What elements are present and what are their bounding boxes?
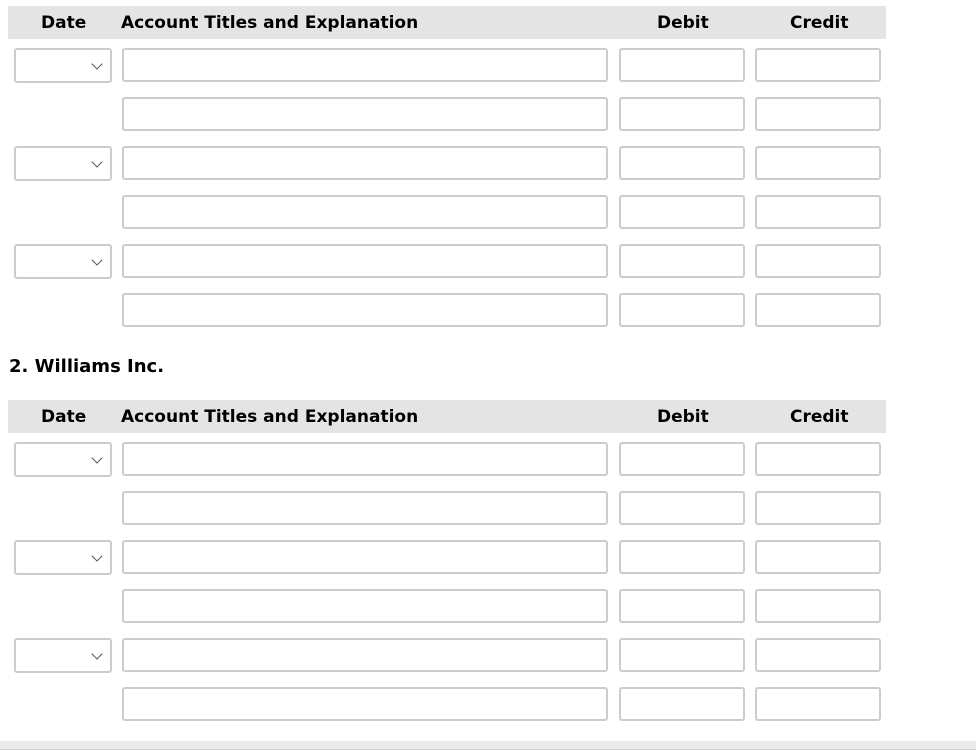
journal-table-1: Date Account Titles and Explanation Debit C… bbox=[8, 6, 886, 333]
header-date: Date bbox=[41, 12, 87, 33]
debit-input[interactable] bbox=[619, 244, 745, 278]
table-row bbox=[8, 137, 886, 186]
date-select[interactable] bbox=[14, 638, 112, 673]
table-row bbox=[8, 531, 886, 580]
header-credit: Credit bbox=[790, 406, 849, 427]
debit-input[interactable] bbox=[619, 638, 745, 672]
table-row bbox=[8, 39, 886, 88]
account-input[interactable] bbox=[122, 293, 608, 327]
header-debit: Debit bbox=[657, 12, 709, 33]
table-row bbox=[8, 482, 886, 531]
credit-input[interactable] bbox=[755, 146, 881, 180]
table-row bbox=[8, 88, 886, 137]
chevron-down-icon bbox=[91, 452, 103, 464]
account-input[interactable] bbox=[122, 48, 608, 82]
date-select[interactable] bbox=[14, 146, 112, 181]
table-row bbox=[8, 235, 886, 284]
credit-input[interactable] bbox=[755, 195, 881, 229]
journal-table-2: Date Account Titles and Explanation Debit C… bbox=[8, 400, 886, 727]
table-header: Date Account Titles and Explanation Debit C… bbox=[8, 6, 886, 39]
table-row bbox=[8, 580, 886, 629]
date-select[interactable] bbox=[14, 442, 112, 477]
account-input[interactable] bbox=[122, 589, 608, 623]
debit-input[interactable] bbox=[619, 48, 745, 82]
account-input[interactable] bbox=[122, 244, 608, 278]
account-input[interactable] bbox=[122, 540, 608, 574]
table-row bbox=[8, 629, 886, 678]
debit-input[interactable] bbox=[619, 97, 745, 131]
debit-input[interactable] bbox=[619, 491, 745, 525]
chevron-down-icon bbox=[91, 254, 103, 266]
table-row bbox=[8, 186, 886, 235]
credit-input[interactable] bbox=[755, 97, 881, 131]
debit-input[interactable] bbox=[619, 687, 745, 721]
account-input[interactable] bbox=[122, 97, 608, 131]
date-select[interactable] bbox=[14, 540, 112, 575]
account-input[interactable] bbox=[122, 195, 608, 229]
credit-input[interactable] bbox=[755, 491, 881, 525]
credit-input[interactable] bbox=[755, 540, 881, 574]
table-row bbox=[8, 433, 886, 482]
debit-input[interactable] bbox=[619, 442, 745, 476]
credit-input[interactable] bbox=[755, 442, 881, 476]
section-title-williams: 2. Williams Inc. bbox=[9, 356, 165, 377]
header-account-titles: Account Titles and Explanation bbox=[121, 406, 419, 427]
debit-input[interactable] bbox=[619, 540, 745, 574]
header-date: Date bbox=[41, 406, 87, 427]
table-row bbox=[8, 678, 886, 727]
credit-input[interactable] bbox=[755, 589, 881, 623]
account-input[interactable] bbox=[122, 687, 608, 721]
header-account-titles: Account Titles and Explanation bbox=[121, 12, 419, 33]
table-header: Date Account Titles and Explanation Debit C… bbox=[8, 400, 886, 433]
debit-input[interactable] bbox=[619, 293, 745, 327]
credit-input[interactable] bbox=[755, 293, 881, 327]
date-select[interactable] bbox=[14, 48, 112, 83]
account-input[interactable] bbox=[122, 638, 608, 672]
date-select[interactable] bbox=[14, 244, 112, 279]
debit-input[interactable] bbox=[619, 195, 745, 229]
credit-input[interactable] bbox=[755, 244, 881, 278]
debit-input[interactable] bbox=[619, 146, 745, 180]
header-credit: Credit bbox=[790, 12, 849, 33]
chevron-down-icon bbox=[91, 156, 103, 168]
account-input[interactable] bbox=[122, 491, 608, 525]
chevron-down-icon bbox=[91, 648, 103, 660]
account-input[interactable] bbox=[122, 146, 608, 180]
credit-input[interactable] bbox=[755, 638, 881, 672]
debit-input[interactable] bbox=[619, 589, 745, 623]
header-debit: Debit bbox=[657, 406, 709, 427]
chevron-down-icon bbox=[91, 550, 103, 562]
chevron-down-icon bbox=[91, 58, 103, 70]
credit-input[interactable] bbox=[755, 48, 881, 82]
account-input[interactable] bbox=[122, 442, 608, 476]
credit-input[interactable] bbox=[755, 687, 881, 721]
table-row bbox=[8, 284, 886, 333]
